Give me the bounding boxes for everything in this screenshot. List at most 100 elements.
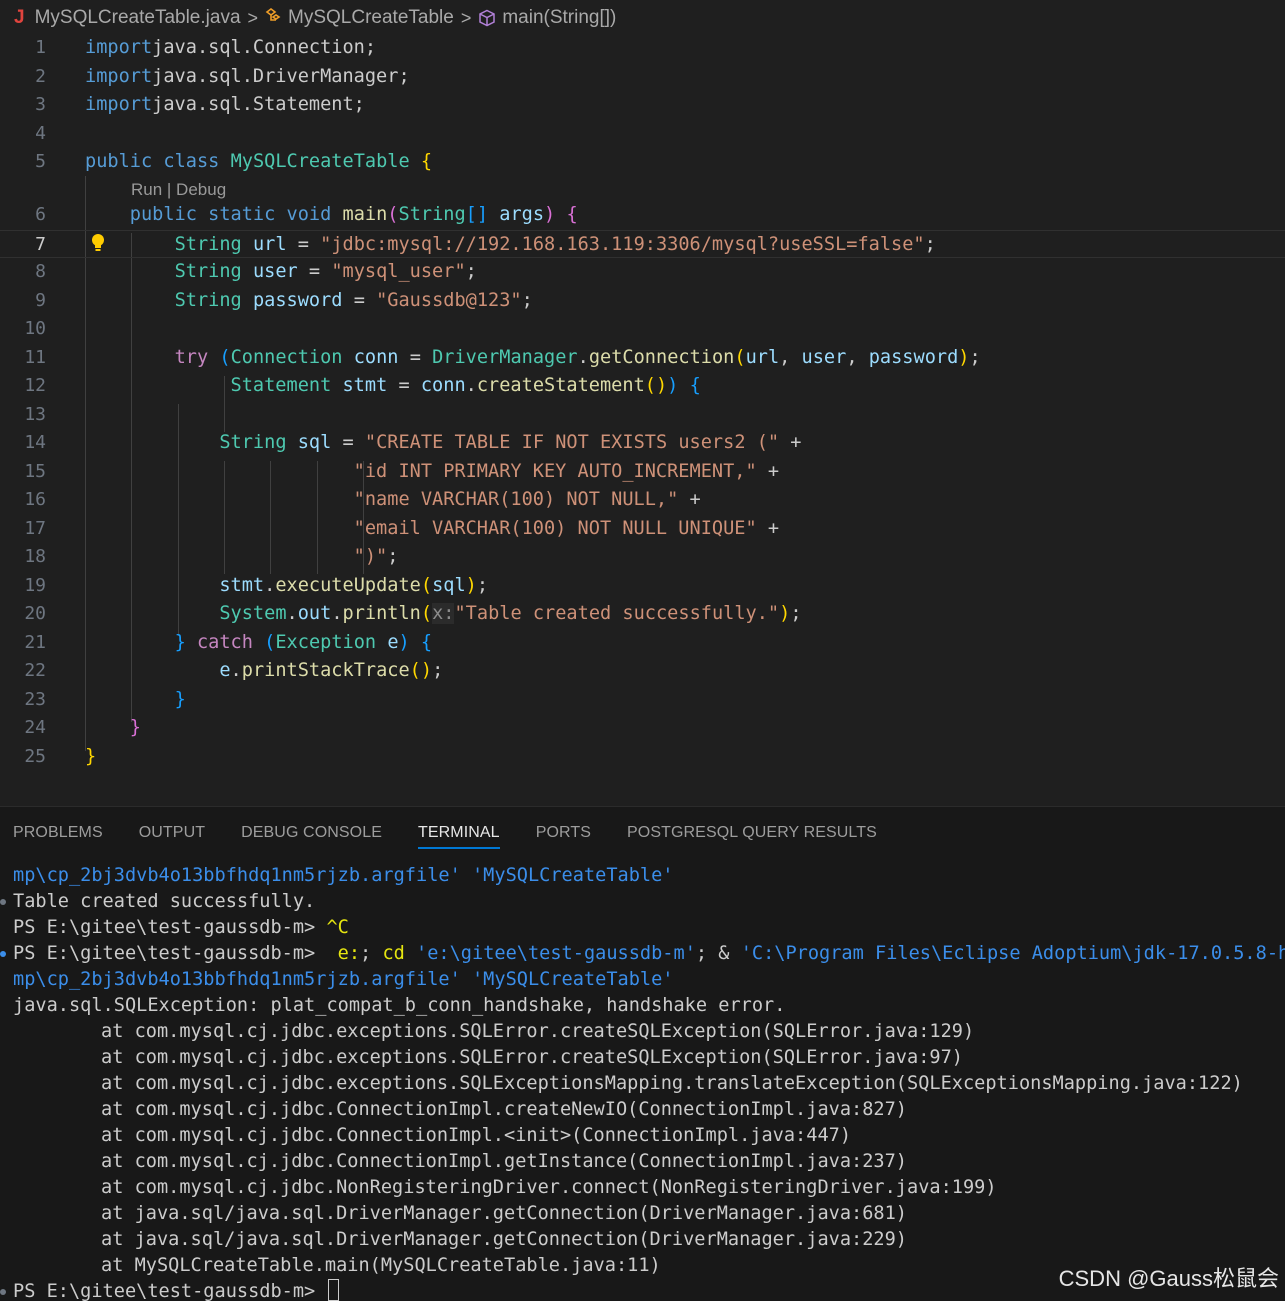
code-token: . bbox=[331, 603, 343, 624]
breadcrumb-class[interactable]: MySQLCreateTable bbox=[265, 7, 454, 29]
code-line[interactable]: 3 importjava.sql.Statement; bbox=[0, 91, 1285, 120]
code-line[interactable]: 20 System.out.println(x:"Table created s… bbox=[0, 600, 1285, 629]
code-line[interactable]: 13 bbox=[0, 401, 1285, 430]
breadcrumb-file[interactable]: J MySQLCreateTable.java bbox=[14, 7, 241, 29]
code-token: e bbox=[387, 631, 399, 653]
code-token: user bbox=[252, 261, 298, 282]
code-line[interactable]: 17 "email VARCHAR(100) NOT NULL UNIQUE" … bbox=[0, 515, 1285, 544]
code-line[interactable]: 22 e.printStackTrace(); bbox=[0, 657, 1285, 686]
breadcrumb-method-label: main(String[]) bbox=[502, 7, 617, 28]
code-text: } bbox=[85, 743, 96, 772]
code-text: } catch (Exception e) { bbox=[85, 629, 433, 658]
tab-output[interactable]: OUTPUT bbox=[139, 807, 205, 859]
terminal-line: at java.sql/java.sql.DriverManager.getCo… bbox=[101, 1227, 907, 1253]
line-number: 23 bbox=[24, 688, 46, 710]
code-token: { bbox=[689, 375, 701, 396]
terminal-line: Table created successfully. bbox=[13, 889, 315, 915]
terminal-line: at com.mysql.cj.jdbc.NonRegisteringDrive… bbox=[101, 1175, 997, 1201]
code-line[interactable]: 21 } catch (Exception e) { bbox=[0, 629, 1285, 658]
code-line[interactable]: 16 "name VARCHAR(100) NOT NULL," + bbox=[0, 486, 1285, 515]
code-line[interactable]: 18 ")"; bbox=[0, 543, 1285, 572]
code-line[interactable]: 12 Statement stmt = conn.createStatement… bbox=[0, 372, 1285, 401]
tab-debug-console[interactable]: DEBUG CONSOLE bbox=[241, 807, 382, 859]
code-line[interactable]: 8 String user = "mysql_user"; bbox=[0, 258, 1285, 287]
code-token: System bbox=[219, 603, 287, 624]
command-decoration-icon[interactable] bbox=[0, 1289, 6, 1295]
terminal-token: at com.mysql.cj.jdbc.NonRegisteringDrive… bbox=[101, 1177, 997, 1198]
tab-problems[interactable]: PROBLEMS bbox=[13, 807, 103, 859]
code-token: + bbox=[678, 489, 701, 510]
code-line[interactable]: 19 stmt.executeUpdate(sql); bbox=[0, 572, 1285, 601]
panel-tabs: PROBLEMS OUTPUT DEBUG CONSOLE TERMINAL PORTS… bbox=[0, 807, 1285, 859]
code-token: ; bbox=[790, 603, 802, 624]
terminal-token: at com.mysql.cj.jdbc.exceptions.SQLError… bbox=[101, 1021, 975, 1042]
code-line[interactable]: 2 importjava.sql.DriverManager; bbox=[0, 63, 1285, 92]
code-token: { bbox=[420, 151, 433, 172]
terminal-token: PS E:\gitee\test-gaussdb-m> bbox=[13, 1281, 327, 1301]
code-token: ( bbox=[734, 346, 746, 368]
terminal-token: PS E:\gitee\test-gaussdb-m> bbox=[13, 917, 327, 938]
terminal-token: at com.mysql.cj.jdbc.ConnectionImpl.crea… bbox=[101, 1099, 907, 1120]
code-token: x: bbox=[432, 603, 455, 624]
code-line[interactable]: 14 String sql = "CREATE TABLE IF NOT EXI… bbox=[0, 429, 1285, 458]
code-token: user bbox=[801, 346, 847, 368]
line-number: 25 bbox=[24, 745, 46, 767]
command-decoration-icon[interactable] bbox=[0, 951, 6, 957]
terminal-line: at com.mysql.cj.jdbc.ConnectionImpl.crea… bbox=[101, 1097, 907, 1123]
code-line[interactable]: 6 public static void main(String[] args)… bbox=[0, 201, 1285, 230]
code-line[interactable]: 15 "id INT PRIMARY KEY AUTO_INCREMENT," … bbox=[0, 458, 1285, 487]
line-number: 19 bbox=[24, 574, 46, 596]
code-line[interactable]: 10 bbox=[0, 315, 1285, 344]
code-token: . bbox=[286, 603, 298, 624]
method-cube-icon bbox=[478, 9, 496, 27]
code-line[interactable]: 11 try (Connection conn = DriverManager.… bbox=[0, 344, 1285, 373]
code-token: Connection bbox=[230, 346, 343, 368]
tab-terminal[interactable]: TERMINAL bbox=[417, 807, 500, 859]
code-token: public bbox=[129, 204, 197, 225]
code-line[interactable]: 9 String password = "Gaussdb@123"; bbox=[0, 287, 1285, 316]
code-line[interactable]: 7 String url = "jdbc:mysql://192.168.163… bbox=[0, 229, 1285, 258]
terminal-line: mp\cp_2bj3dvb4o13bbfhdq1nm5rjzb.argfile'… bbox=[13, 967, 673, 993]
terminal-token: PS E:\gitee\test-gaussdb-m> bbox=[13, 943, 338, 964]
code-line[interactable]: 24 } bbox=[0, 714, 1285, 743]
tab-postgresql-query-results[interactable]: POSTGRESQL QUERY RESULTS bbox=[627, 807, 877, 859]
code-token: } bbox=[174, 631, 186, 653]
codelens-run-debug[interactable]: Run | Debug bbox=[131, 176, 226, 204]
command-decoration-icon[interactable] bbox=[0, 899, 6, 905]
code-token: = bbox=[387, 375, 421, 396]
code-line[interactable]: 23 } bbox=[0, 686, 1285, 715]
tab-ports[interactable]: PORTS bbox=[536, 807, 591, 859]
code-line[interactable]: 5 public class MySQLCreateTable { bbox=[0, 148, 1285, 177]
terminal-output[interactable]: mp\cp_2bj3dvb4o13bbfhdq1nm5rjzb.argfile'… bbox=[0, 863, 1285, 1301]
code-editor[interactable]: Run | Debug 1 importjava.sql.Connection; 2… bbox=[0, 34, 1285, 774]
terminal-line: at com.mysql.cj.jdbc.exceptions.SQLError… bbox=[101, 1019, 974, 1045]
line-number: 8 bbox=[35, 261, 46, 282]
breadcrumb-class-label: MySQLCreateTable bbox=[288, 7, 454, 28]
line-number: 9 bbox=[35, 289, 46, 311]
code-text: "email VARCHAR(100) NOT NULL UNIQUE" + bbox=[85, 515, 779, 544]
code-text: String user = "mysql_user"; bbox=[85, 258, 477, 287]
code-line[interactable]: 1 importjava.sql.Connection; bbox=[0, 34, 1285, 63]
code-line[interactable]: 25} bbox=[0, 743, 1285, 772]
terminal-token: at java.sql/java.sql.DriverManager.getCo… bbox=[101, 1203, 907, 1224]
code-token: [] bbox=[465, 204, 489, 225]
code-token: ; bbox=[465, 261, 477, 282]
code-token: ) bbox=[398, 631, 410, 653]
code-token: "email VARCHAR(100) NOT NULL UNIQUE" bbox=[353, 517, 757, 539]
terminal-token: ; bbox=[360, 943, 372, 964]
terminal-line: mp\cp_2bj3dvb4o13bbfhdq1nm5rjzb.argfile'… bbox=[13, 863, 673, 889]
code-token: { bbox=[566, 204, 578, 225]
code-token: password bbox=[868, 346, 959, 368]
lightbulb-icon[interactable] bbox=[90, 233, 106, 253]
code-line[interactable]: 4 bbox=[0, 120, 1285, 149]
breadcrumb: J MySQLCreateTable.java > MySQLCreateTab… bbox=[0, 0, 1285, 36]
breadcrumb-method[interactable]: main(String[]) bbox=[478, 7, 616, 29]
code-token: DriverManager bbox=[432, 346, 578, 368]
